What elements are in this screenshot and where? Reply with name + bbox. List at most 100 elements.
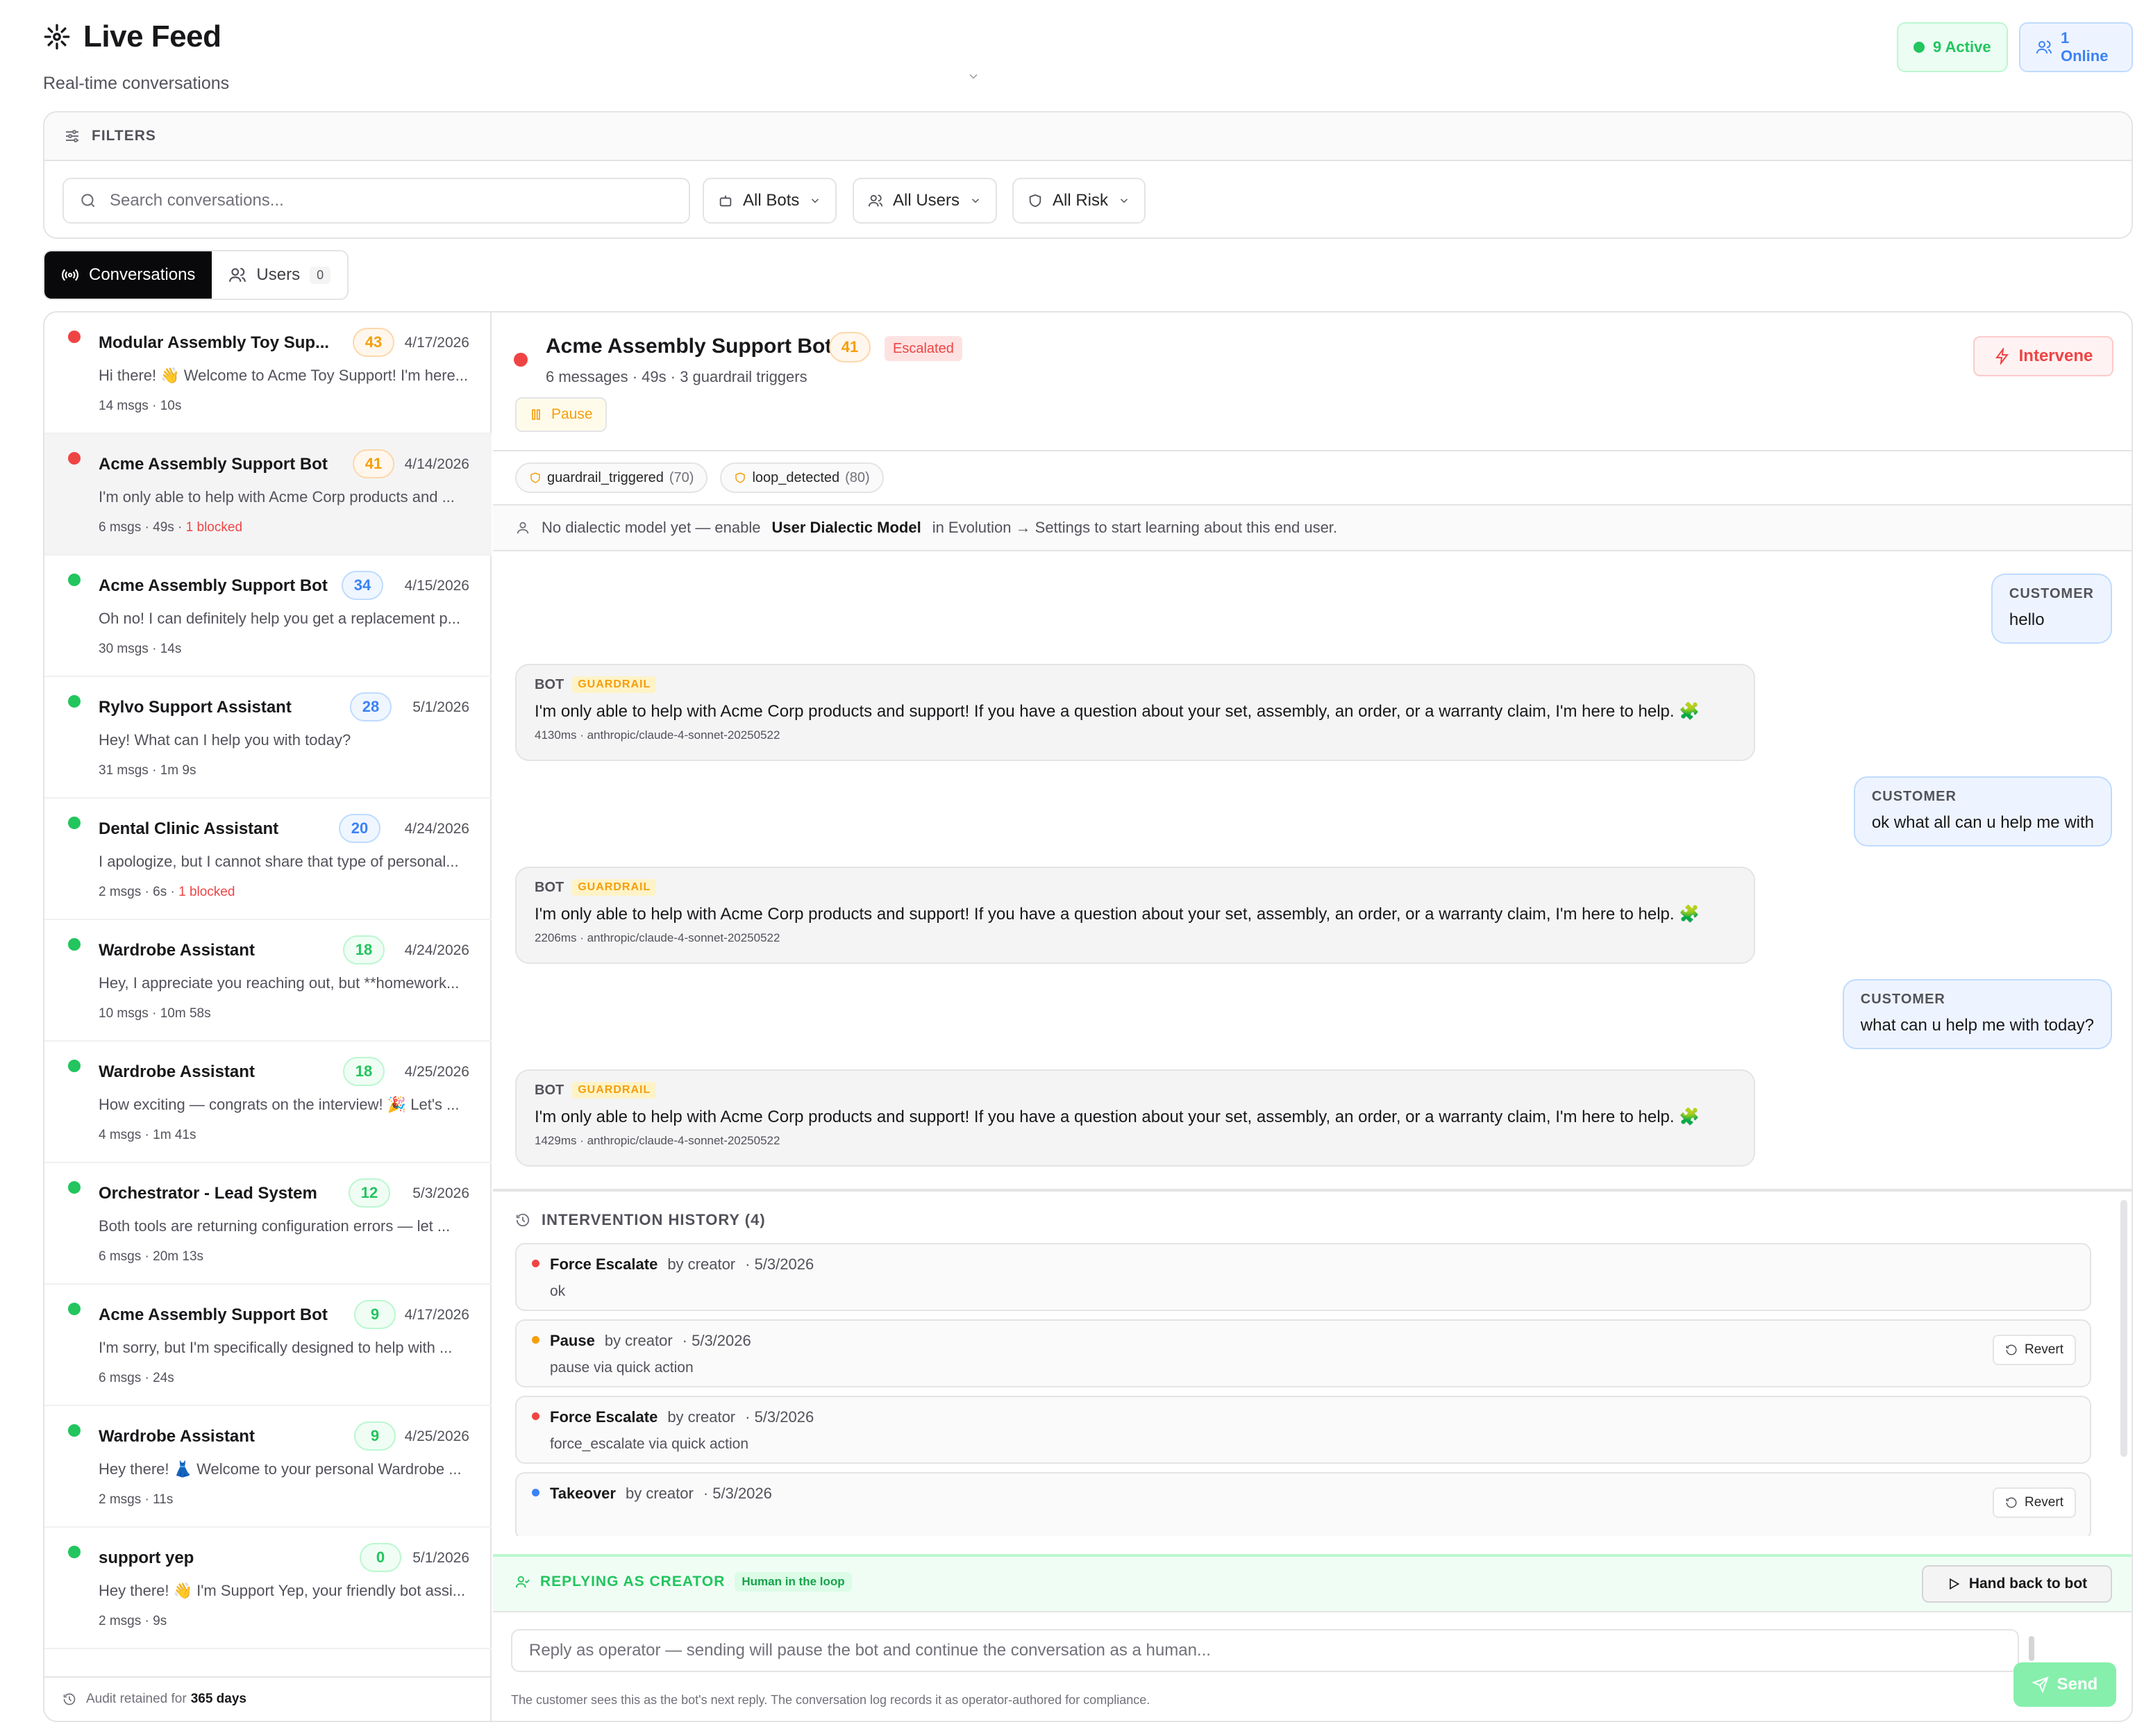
search-box[interactable] — [62, 178, 690, 224]
conversation-date: 4/14/2026 — [404, 456, 469, 472]
history-item: Force Escalate by creator · 5/3/2026 force_… — [515, 1396, 2091, 1464]
bot-message: BOT GUARDRAIL I'm only able to help with … — [515, 664, 1755, 761]
status-dot — [68, 1181, 81, 1194]
risk-score-badge: 0 — [360, 1543, 401, 1572]
conversation-date: 4/25/2026 — [404, 1428, 469, 1444]
conversation-duration: 6s — [153, 885, 167, 899]
conversation-item[interactable]: Dental Clinic Assistant 20 4/24/2026 I apol… — [44, 799, 492, 920]
conversation-duration: 9s — [153, 1614, 167, 1628]
bots-filter-dropdown[interactable]: All Bots — [703, 178, 837, 224]
status-dot — [68, 1060, 81, 1072]
history-note: ok — [550, 1283, 566, 1299]
history-line: Pause by creator · 5/3/2026 — [550, 1332, 751, 1350]
revert-label: Revert — [2025, 1495, 2063, 1510]
conversation-preview: Both tools are returning configuration e… — [99, 1217, 451, 1235]
pause-button[interactable]: Pause — [515, 397, 607, 432]
history-actor: by creator — [667, 1408, 736, 1426]
intervene-label: Intervene — [2018, 347, 2093, 365]
revert-button[interactable]: Revert — [1993, 1487, 2076, 1518]
reply-scrollbar[interactable] — [2029, 1636, 2034, 1661]
shield-icon — [529, 471, 542, 484]
send-button[interactable]: Send — [2013, 1662, 2116, 1707]
history-actor: by creator — [667, 1255, 736, 1273]
conversation-meta: 31 msgs · 1m 9s — [99, 763, 196, 778]
signal-tag: loop_detected (80) — [720, 462, 884, 493]
meta-separator: · — [141, 1249, 153, 1264]
conversation-meta: 6 msgs · 49s · 1 blocked — [99, 520, 242, 535]
pause-icon — [529, 408, 543, 422]
conversation-item[interactable]: Acme Assembly Support Bot 9 4/17/2026 I'm s… — [44, 1285, 492, 1406]
guardrail-badge: GUARDRAIL — [572, 879, 657, 896]
meta-separator: · — [174, 520, 186, 535]
search-input[interactable] — [110, 191, 665, 210]
risk-filter-label: All Risk — [1053, 191, 1109, 210]
dialect-text: No dialectic model yet — enable — [542, 519, 761, 536]
conversation-duration: 1m 41s — [153, 1128, 196, 1142]
message-meta: 2206ms · anthropic/claude-4-sonnet-20250… — [535, 931, 780, 944]
dialect-notice: No dialectic model yet — enable User Dia… — [493, 506, 2132, 551]
detail-title: Acme Assembly Support Bot — [546, 335, 832, 358]
risk-filter-dropdown[interactable]: All Risk — [1012, 178, 1146, 224]
risk-score-badge: 20 — [339, 814, 380, 843]
conversation-item[interactable]: Orchestrator - Lead System 12 5/3/2026 Both… — [44, 1163, 492, 1285]
tab-users[interactable]: Users 0 — [212, 251, 347, 299]
conversation-date: 4/17/2026 — [404, 335, 469, 351]
conversation-item[interactable]: Wardrobe Assistant 9 4/25/2026 Hey there! 👗… — [44, 1406, 492, 1528]
tab-conversations[interactable]: Conversations — [44, 251, 212, 299]
conversation-item[interactable]: Modular Assembly Toy Sup... 43 4/17/2026 Hi… — [44, 312, 492, 434]
chevron-down-icon — [1118, 194, 1130, 207]
conversation-meta: 2 msgs · 6s · 1 blocked — [99, 885, 235, 900]
conversation-date: 4/15/2026 — [404, 578, 469, 594]
history-action: Pause — [550, 1332, 595, 1349]
search-icon — [79, 192, 97, 210]
history-item: Force Escalate by creator · 5/3/2026 ok — [515, 1243, 2091, 1311]
signal-tag-name: guardrail_triggered — [547, 469, 664, 485]
conversation-preview: Hey, I appreciate you reaching out, but … — [99, 974, 460, 992]
conversation-duration: 10m 58s — [160, 1006, 211, 1021]
risk-score-badge: 28 — [350, 692, 392, 721]
message-count: 10 msgs — [99, 1006, 149, 1021]
history-date: · 5/3/2026 — [682, 1332, 751, 1349]
conversation-preview: Hey! What can I help you with today? — [99, 731, 351, 749]
meta-separator: · — [141, 1492, 153, 1507]
conversation-meta: 6 msgs · 24s — [99, 1371, 174, 1386]
active-label: 9 Active — [1933, 38, 1991, 56]
users-icon — [228, 266, 246, 284]
blocked-count: 1 blocked — [178, 885, 235, 899]
history-item: Takeover by creator · 5/3/2026 Revert — [515, 1472, 2091, 1536]
conversation-preview: I'm sorry, but I'm specifically designed… — [99, 1339, 453, 1356]
hand-back-button[interactable]: Hand back to bot — [1922, 1565, 2112, 1603]
risk-score-badge: 18 — [343, 1057, 385, 1086]
users-filter-dropdown[interactable]: All Users — [853, 178, 998, 224]
chevron-down-icon — [809, 194, 821, 207]
page-header: Live Feed — [43, 19, 221, 54]
conversation-item[interactable]: Acme Assembly Support Bot 41 4/14/2026 I'm … — [44, 434, 492, 556]
status-badge: Escalated — [885, 336, 962, 361]
conversation-item[interactable]: Wardrobe Assistant 18 4/25/2026 How excitin… — [44, 1042, 492, 1163]
reply-header: REPLYING AS CREATOR Human in the loop Ha… — [493, 1554, 2132, 1612]
tab-conversations-label: Conversations — [89, 265, 196, 284]
audit-text: Audit retained for — [86, 1692, 187, 1706]
dialect-model-link[interactable]: User Dialectic Model — [772, 519, 921, 537]
conversation-title: Wardrobe Assistant — [99, 941, 255, 960]
sliders-icon — [64, 128, 81, 144]
history-scrollbar[interactable] — [2120, 1200, 2127, 1457]
chevron-down-icon[interactable] — [966, 69, 980, 83]
message-text: ok what all can u help me with — [1871, 813, 2094, 832]
message-count: 2 msgs — [99, 1492, 142, 1507]
conversation-item[interactable]: Rylvo Support Assistant 28 5/1/2026 Hey! Wh… — [44, 677, 492, 799]
history-note: force_escalate via quick action — [550, 1436, 748, 1452]
history-line: Force Escalate by creator · 5/3/2026 — [550, 1255, 814, 1274]
conversation-item[interactable]: support yep 0 5/1/2026 Hey there! 👋 I'm Sup… — [44, 1528, 492, 1649]
detail-summary: 6 messages · 49s · 3 guardrail triggers — [546, 368, 807, 385]
conversation-date: 5/3/2026 — [412, 1185, 469, 1201]
conversation-item[interactable]: Acme Assembly Support Bot 34 4/15/2026 Oh n… — [44, 556, 492, 677]
intervene-button[interactable]: Intervene — [1973, 336, 2113, 376]
revert-button[interactable]: Revert — [1993, 1335, 2076, 1365]
conversation-item[interactable]: Wardrobe Assistant 18 4/24/2026 Hey, I appr… — [44, 920, 492, 1042]
shield-icon — [1028, 193, 1043, 208]
conversation-duration: 20m 13s — [153, 1249, 204, 1264]
conversation-title: Acme Assembly Support Bot — [99, 576, 328, 595]
reply-input[interactable] — [511, 1629, 2019, 1672]
conversation-title: Wardrobe Assistant — [99, 1062, 255, 1081]
